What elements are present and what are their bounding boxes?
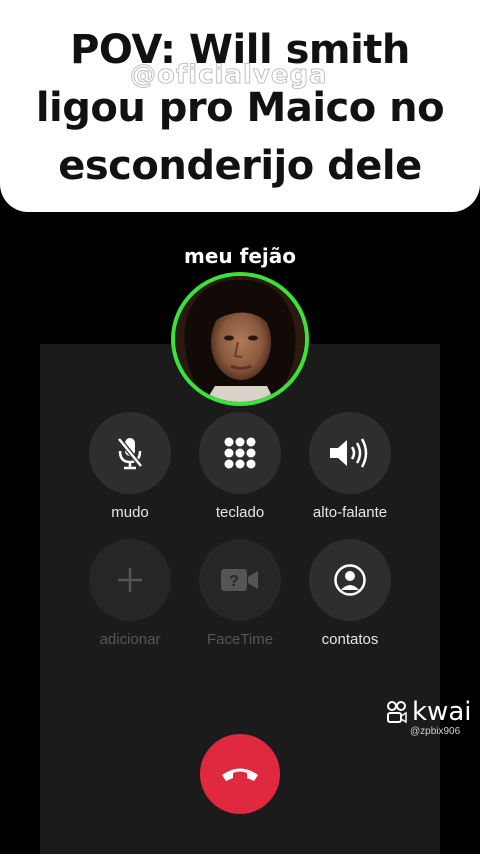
contact-name: meu fejão xyxy=(184,244,296,268)
facetime-icon: ? xyxy=(221,569,258,591)
keypad-label: teclado xyxy=(215,504,265,521)
avatar-portrait xyxy=(175,276,305,402)
speaker-button[interactable]: alto-falante xyxy=(290,412,410,521)
caption-watermark: @oficialvega xyxy=(130,60,328,91)
facetime-button[interactable]: ? FaceTime xyxy=(180,539,300,648)
keypad-icon xyxy=(224,437,256,469)
contacts-label: contatos xyxy=(321,631,379,648)
plus-icon xyxy=(118,568,142,592)
mute-label: mudo xyxy=(111,504,149,521)
add-call-button[interactable]: adicionar xyxy=(70,539,190,648)
speaker-label: alto-falante xyxy=(312,504,388,521)
caption-banner: POV: Will smith ligou pro Maico no escon… xyxy=(0,0,480,212)
mute-button[interactable]: mudo xyxy=(70,412,190,521)
keypad-button[interactable]: teclado xyxy=(180,412,300,521)
kwai-logo-icon xyxy=(387,701,407,724)
contacts-button[interactable]: contatos xyxy=(290,539,410,648)
mic-off-icon xyxy=(117,437,143,470)
contact-avatar xyxy=(171,272,309,406)
phone-hangup-icon xyxy=(222,768,258,781)
add-call-label: adicionar xyxy=(99,631,161,648)
contacts-icon xyxy=(334,564,366,596)
kwai-brand: kwai xyxy=(412,697,472,727)
kwai-handle: @zpbix906 xyxy=(410,726,461,737)
end-call-button[interactable] xyxy=(200,734,280,814)
facetime-label: FaceTime xyxy=(206,631,274,648)
caption-line-3: esconderijo dele xyxy=(58,143,422,189)
speaker-icon xyxy=(330,438,368,468)
kwai-logo: kwai xyxy=(386,697,471,727)
svg-text:?: ? xyxy=(229,573,239,590)
